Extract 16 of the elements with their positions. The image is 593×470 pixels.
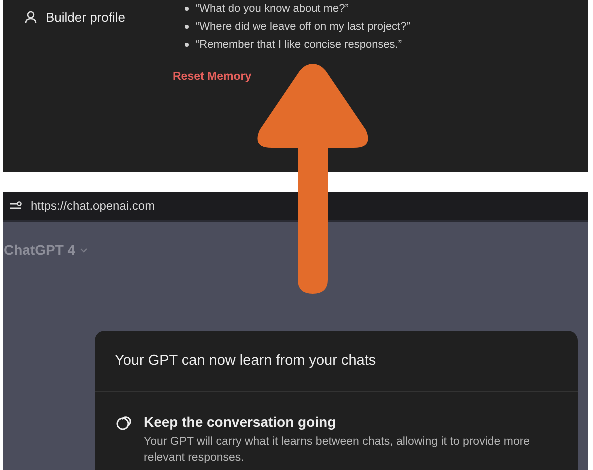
bullet-icon (185, 7, 189, 11)
feature-description: Your GPT will carry what it learns between chats, allowing it to provide more relevant responses. (144, 435, 532, 466)
person-icon (25, 11, 37, 24)
feature-title: Keep the conversation going (144, 414, 338, 430)
reset-memory-link[interactable]: Reset Memory (173, 71, 252, 83)
example-prompt: “Remember that I like concise responses.” (196, 39, 402, 51)
bullet-icon (185, 43, 189, 47)
url-text[interactable]: https://chat.openai.com (31, 199, 156, 213)
dialog-title: Your GPT can now learn from your chats (95, 331, 578, 392)
example-prompt: “What do you know about me?” (196, 3, 349, 15)
settings-icon[interactable] (9, 201, 23, 211)
sidebar-item[interactable]: Builder profile (46, 10, 126, 25)
chat-bubbles-icon (116, 416, 132, 431)
chevron-icon (80, 248, 88, 252)
bullet-icon (185, 25, 189, 29)
example-prompt: “Where did we leave off on my last project?” (196, 21, 410, 33)
